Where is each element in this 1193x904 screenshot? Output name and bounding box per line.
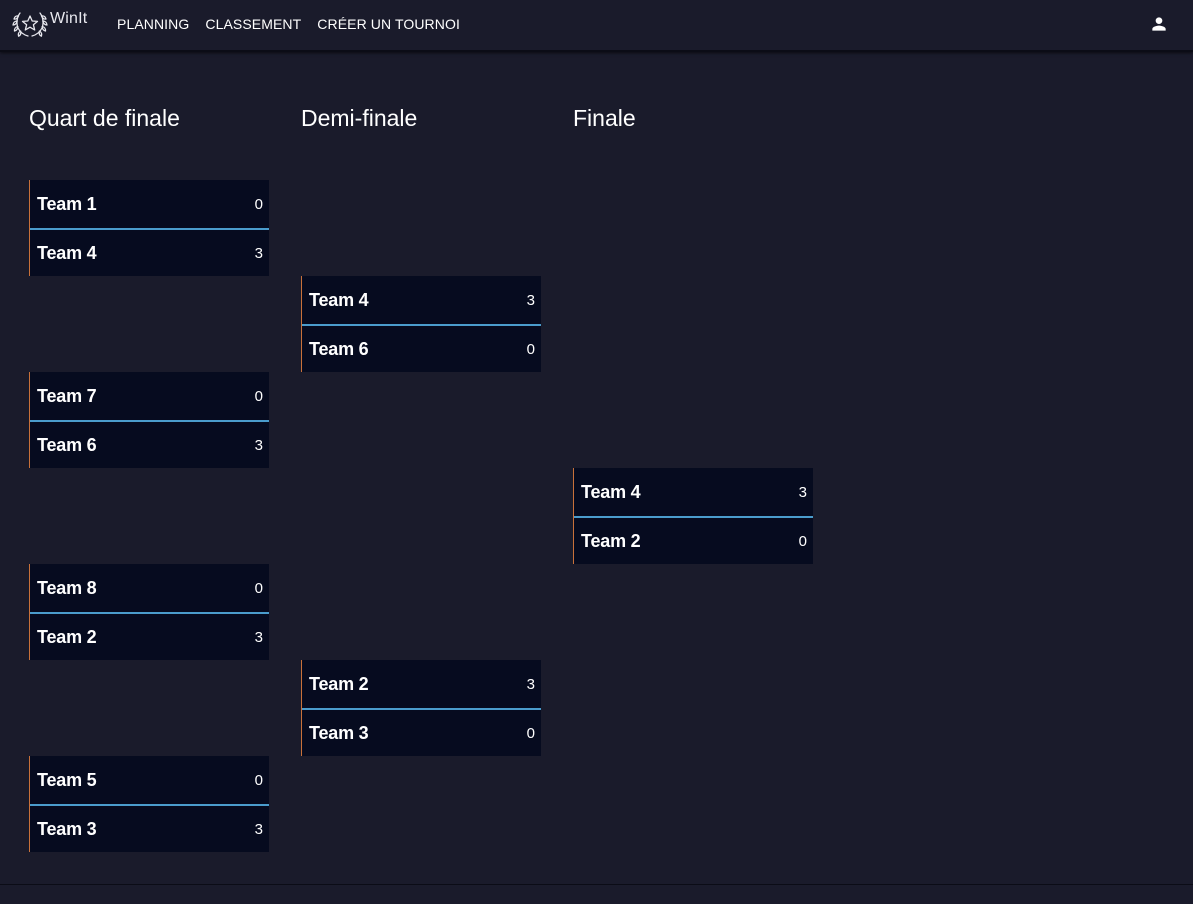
team-score: 3 [798,483,807,501]
match-slot-bottom: Team 2 3 [30,612,269,660]
team-name: Team 6 [309,338,369,359]
match-slot-top: Team 8 0 [30,564,269,612]
team-score: 3 [254,436,263,454]
app-name: WinIt [50,10,88,27]
user-account-button[interactable] [1149,14,1169,39]
match-slot-top: Team 2 3 [302,660,541,708]
team-score: 0 [254,387,263,405]
nav-classement[interactable]: CLASSEMENT [205,16,301,32]
match-slot-top: Team 7 0 [30,372,269,420]
round-title-semifinal: Demi-finale [301,105,418,131]
team-name: Team 4 [581,481,641,502]
match-sf-1[interactable]: Team 4 3 Team 6 0 [301,276,541,372]
laurel-star-icon [12,12,48,37]
match-sf-2[interactable]: Team 2 3 Team 3 0 [301,660,541,756]
team-name: Team 6 [37,434,97,455]
team-name: Team 2 [581,530,641,551]
team-score: 0 [526,724,535,742]
nav-planning[interactable]: PLANNING [117,16,189,32]
round-title-quarterfinal: Quart de finale [29,105,180,131]
match-qf-3[interactable]: Team 8 0 Team 2 3 [29,564,269,660]
match-slot-bottom: Team 6 3 [30,420,269,468]
match-slot-bottom: Team 3 3 [30,804,269,852]
team-score: 0 [254,771,263,789]
team-score: 0 [254,195,263,213]
footer-divider [0,884,1193,904]
team-name: Team 2 [37,626,97,647]
team-name: Team 8 [37,577,97,598]
main-nav: PLANNING CLASSEMENT CRÉER UN TOURNOI [117,16,476,32]
round-title-final: Finale [573,105,636,131]
team-score: 0 [798,532,807,550]
match-slot-bottom: Team 4 3 [30,228,269,276]
match-qf-2[interactable]: Team 7 0 Team 6 3 [29,372,269,468]
match-slot-bottom: Team 3 0 [302,708,541,756]
match-slot-bottom: Team 6 0 [302,324,541,372]
team-score: 3 [526,291,535,309]
team-score: 3 [254,820,263,838]
top-app-bar: WinIt PLANNING CLASSEMENT CRÉER UN TOURN… [0,0,1193,52]
team-name: Team 2 [309,673,369,694]
match-qf-1[interactable]: Team 1 0 Team 4 3 [29,180,269,276]
match-slot-top: Team 4 3 [574,468,813,516]
team-score: 0 [526,340,535,358]
match-final[interactable]: Team 4 3 Team 2 0 [573,468,813,564]
team-name: Team 7 [37,385,97,406]
team-name: Team 4 [309,289,369,310]
team-name: Team 3 [309,722,369,743]
match-qf-4[interactable]: Team 5 0 Team 3 3 [29,756,269,852]
team-score: 3 [254,244,263,262]
team-score: 3 [254,628,263,646]
team-score: 3 [526,675,535,693]
team-name: Team 5 [37,769,97,790]
team-name: Team 4 [37,242,97,263]
user-icon [1152,17,1166,31]
app-logo[interactable]: WinIt [12,7,87,39]
match-slot-top: Team 5 0 [30,756,269,804]
team-name: Team 1 [37,193,97,214]
nav-creer-tournoi[interactable]: CRÉER UN TOURNOI [317,16,460,32]
match-slot-top: Team 1 0 [30,180,269,228]
team-score: 0 [254,579,263,597]
match-slot-bottom: Team 2 0 [574,516,813,564]
team-name: Team 3 [37,818,97,839]
match-slot-top: Team 4 3 [302,276,541,324]
